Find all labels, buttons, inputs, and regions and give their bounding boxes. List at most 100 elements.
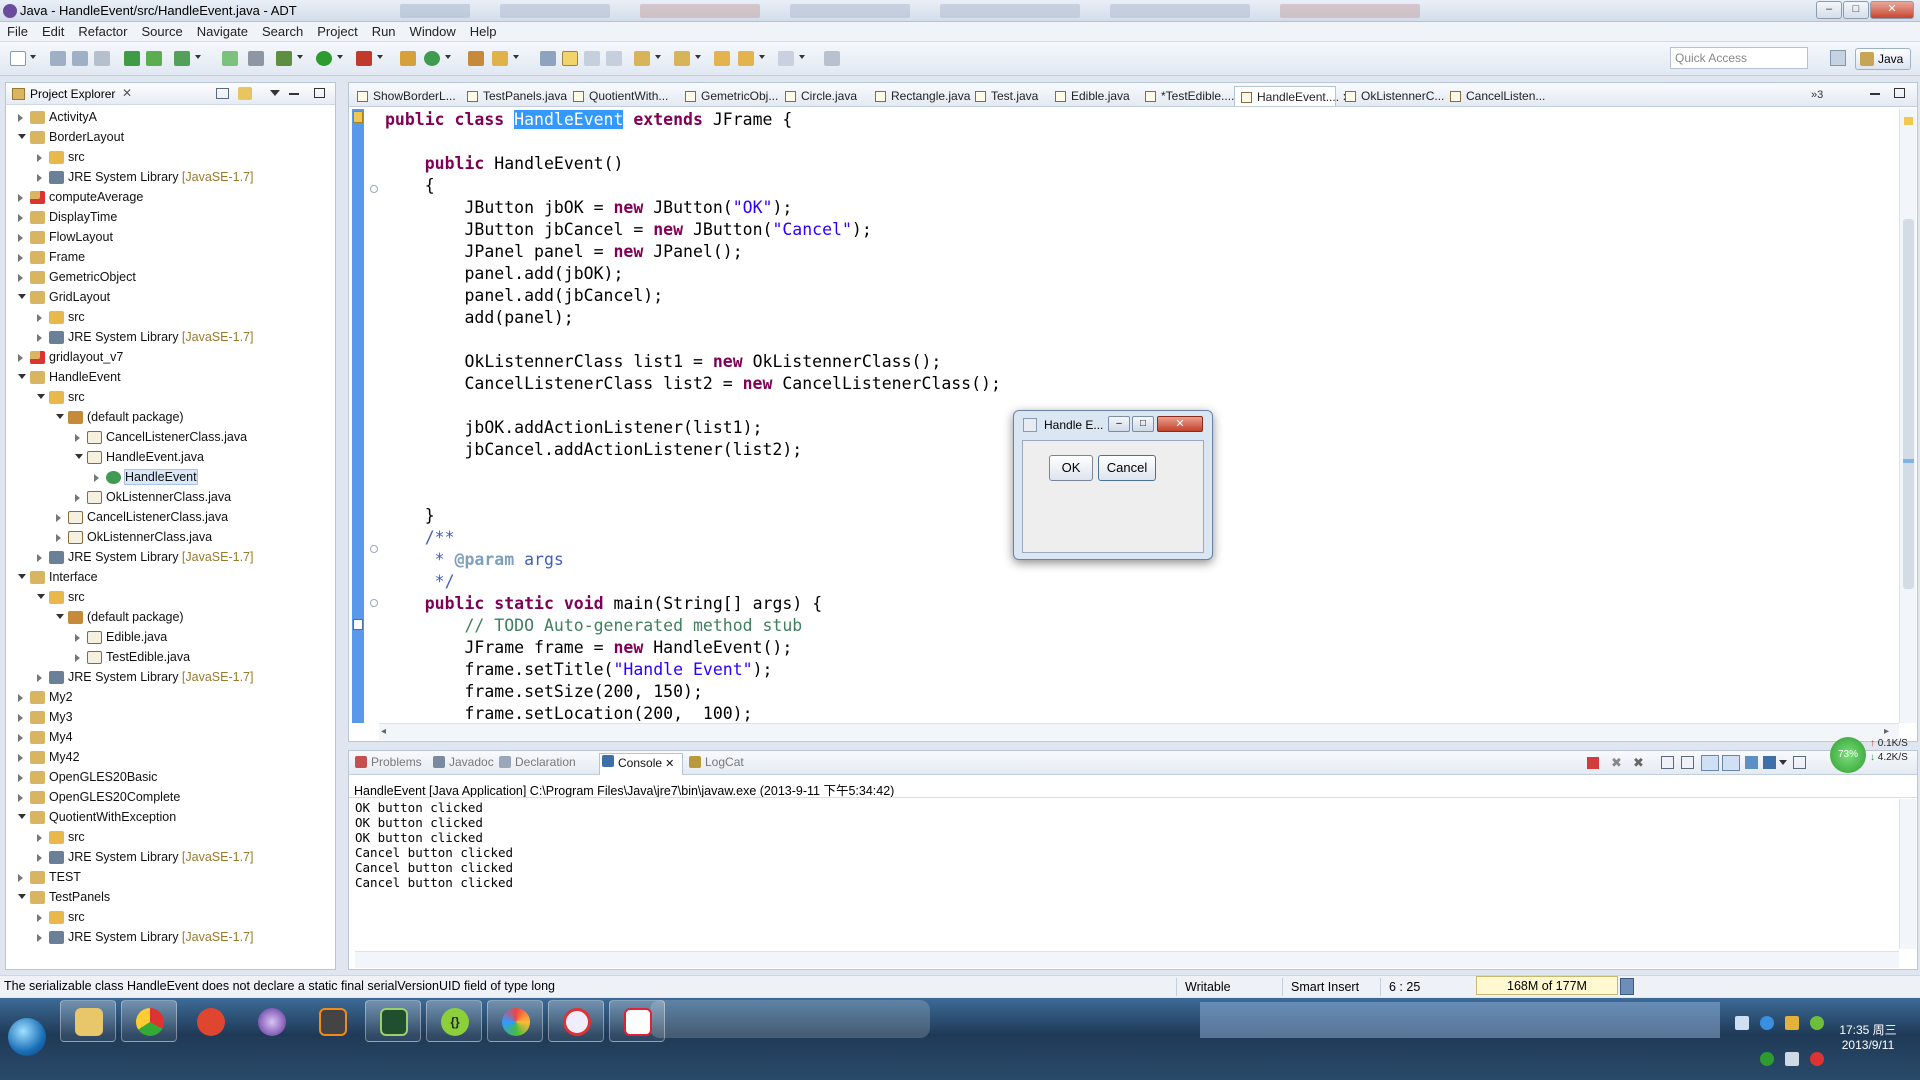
show-on-stdout-icon[interactable] [1701,755,1719,771]
heap-status[interactable]: 168M of 177M [1476,976,1618,995]
expanded-arrow-icon[interactable] [18,894,26,899]
collapsed-arrow-icon[interactable] [18,754,23,762]
fold-toggle-icon[interactable] [370,545,378,553]
tray-qq-icon[interactable] [1785,1016,1799,1030]
collapsed-arrow-icon[interactable] [18,114,23,122]
new-java-package-icon[interactable] [400,51,416,66]
taskbar-app-red[interactable] [182,1000,238,1042]
tree-item[interactable]: TestPanels [6,888,335,908]
collapsed-arrow-icon[interactable] [75,634,80,642]
tree-item[interactable]: My42 [6,748,335,768]
menu-file[interactable]: File [0,22,35,39]
remove-launch-icon[interactable]: ✖ [1611,755,1622,771]
tree-item[interactable]: My2 [6,688,335,708]
tray-security-icon[interactable] [1760,1052,1774,1066]
toggle-mark-occurrences-icon[interactable] [562,51,578,66]
tree-item[interactable]: JRE System Library [JavaSE-1.7] [6,928,335,948]
java-perspective-button[interactable]: Java [1855,48,1911,70]
collapsed-arrow-icon[interactable] [18,274,23,282]
menu-run[interactable]: Run [365,22,403,39]
tree-item[interactable]: HandleEvent [6,368,335,388]
dropdown-arrow-icon[interactable] [695,55,701,59]
run-icon[interactable] [316,51,332,66]
maximize-editor-icon[interactable] [1894,88,1905,98]
collapsed-arrow-icon[interactable] [18,874,23,882]
open-perspective-icon[interactable] [1830,50,1846,66]
tree-item[interactable]: OpenGLES20Complete [6,788,335,808]
collapsed-arrow-icon[interactable] [75,434,80,442]
expanded-arrow-icon[interactable] [18,294,26,299]
editor-tab[interactable]: ShowBorderL... [351,86,456,106]
expanded-arrow-icon[interactable] [18,374,26,379]
dropdown-arrow-icon[interactable] [30,55,36,59]
android-sdk-manager-icon[interactable] [124,51,140,66]
warning-marker-icon[interactable] [353,111,363,123]
collapsed-arrow-icon[interactable] [37,854,42,862]
collapsed-arrow-icon[interactable] [37,314,42,322]
network-monitor-gauge[interactable]: 73% [1830,737,1866,773]
overview-occurrence-marker[interactable] [1903,459,1914,463]
console-tab-problems[interactable]: Problems [353,755,422,769]
collapsed-arrow-icon[interactable] [75,494,80,502]
collapsed-arrow-icon[interactable] [94,474,99,482]
collapsed-arrow-icon[interactable] [37,334,42,342]
scroll-left-icon[interactable]: ◂ [381,726,386,737]
tree-item[interactable]: Edible.java [6,628,335,648]
start-button[interactable] [8,1018,46,1056]
skip-breakpoints-icon[interactable] [248,51,264,66]
menu-navigate[interactable]: Navigate [190,22,255,39]
taskbar-java[interactable] [609,1000,665,1042]
collapsed-arrow-icon[interactable] [18,714,23,722]
collapsed-arrow-icon[interactable] [56,534,61,542]
tree-item[interactable]: JRE System Library [JavaSE-1.7] [6,668,335,688]
editor-tab[interactable]: HandleEvent.... ✕ [1234,86,1351,106]
dropdown-arrow-icon[interactable] [377,55,383,59]
pin-editor-icon[interactable] [824,51,840,66]
tree-item[interactable]: HandleEvent [6,468,335,488]
maximize-button[interactable]: □ [1843,1,1869,19]
collapsed-arrow-icon[interactable] [37,174,42,182]
collapsed-arrow-icon[interactable] [18,354,23,362]
open-console-icon[interactable] [1793,756,1806,769]
overview-ruler[interactable] [1899,109,1916,723]
open-task-icon[interactable] [492,51,508,66]
next-annotation-icon[interactable] [634,51,650,66]
tree-item[interactable]: HandleEvent.java [6,448,335,468]
tree-item[interactable]: My3 [6,708,335,728]
close-button[interactable]: ✕ [1870,1,1914,19]
overview-warning-marker[interactable] [1904,117,1913,125]
dropdown-arrow-icon[interactable] [759,55,765,59]
pin-console-icon[interactable] [1745,756,1758,769]
minimize-button[interactable]: – [1816,1,1842,19]
tree-item[interactable]: GemetricObject [6,268,335,288]
expanded-arrow-icon[interactable] [37,394,45,399]
collapsed-arrow-icon[interactable] [18,194,23,202]
editor-tab[interactable]: Circle.java [779,86,863,106]
minimize-view-icon[interactable] [289,93,299,95]
new-java-class-icon[interactable] [424,51,440,66]
menu-edit[interactable]: Edit [35,22,71,39]
quick-access-input[interactable]: Quick Access [1670,47,1808,69]
last-edit-location-icon[interactable] [714,51,730,66]
forward-icon[interactable] [778,51,794,66]
taskbar-clock[interactable]: 17:35 周三 2013/9/11 [1820,1023,1916,1053]
previous-annotation-icon[interactable] [674,51,690,66]
tree-item[interactable]: CancelListenerClass.java [6,508,335,528]
tree-item[interactable]: OkListennerClass.java [6,488,335,508]
tree-item[interactable]: gridlayout_v7 [6,348,335,368]
tray-flag-icon[interactable] [1735,1016,1749,1030]
new-file-icon[interactable] [10,51,26,66]
tree-item[interactable]: JRE System Library [JavaSE-1.7] [6,168,335,188]
horizontal-scrollbar[interactable]: ◂ ▸ [379,723,1899,740]
collapsed-arrow-icon[interactable] [18,774,23,782]
console-horizontal-scrollbar[interactable] [355,951,1899,968]
dropdown-arrow-icon[interactable] [799,55,805,59]
tree-item[interactable]: FlowLayout [6,228,335,248]
tree-item[interactable]: DisplayTime [6,208,335,228]
collapsed-arrow-icon[interactable] [37,154,42,162]
open-type-icon[interactable] [468,51,484,66]
tray-alert-icon[interactable] [1810,1052,1824,1066]
tray-volume-icon[interactable] [1785,1052,1799,1066]
garbage-collect-icon[interactable] [1620,978,1634,995]
task-marker-icon[interactable] [353,619,363,630]
